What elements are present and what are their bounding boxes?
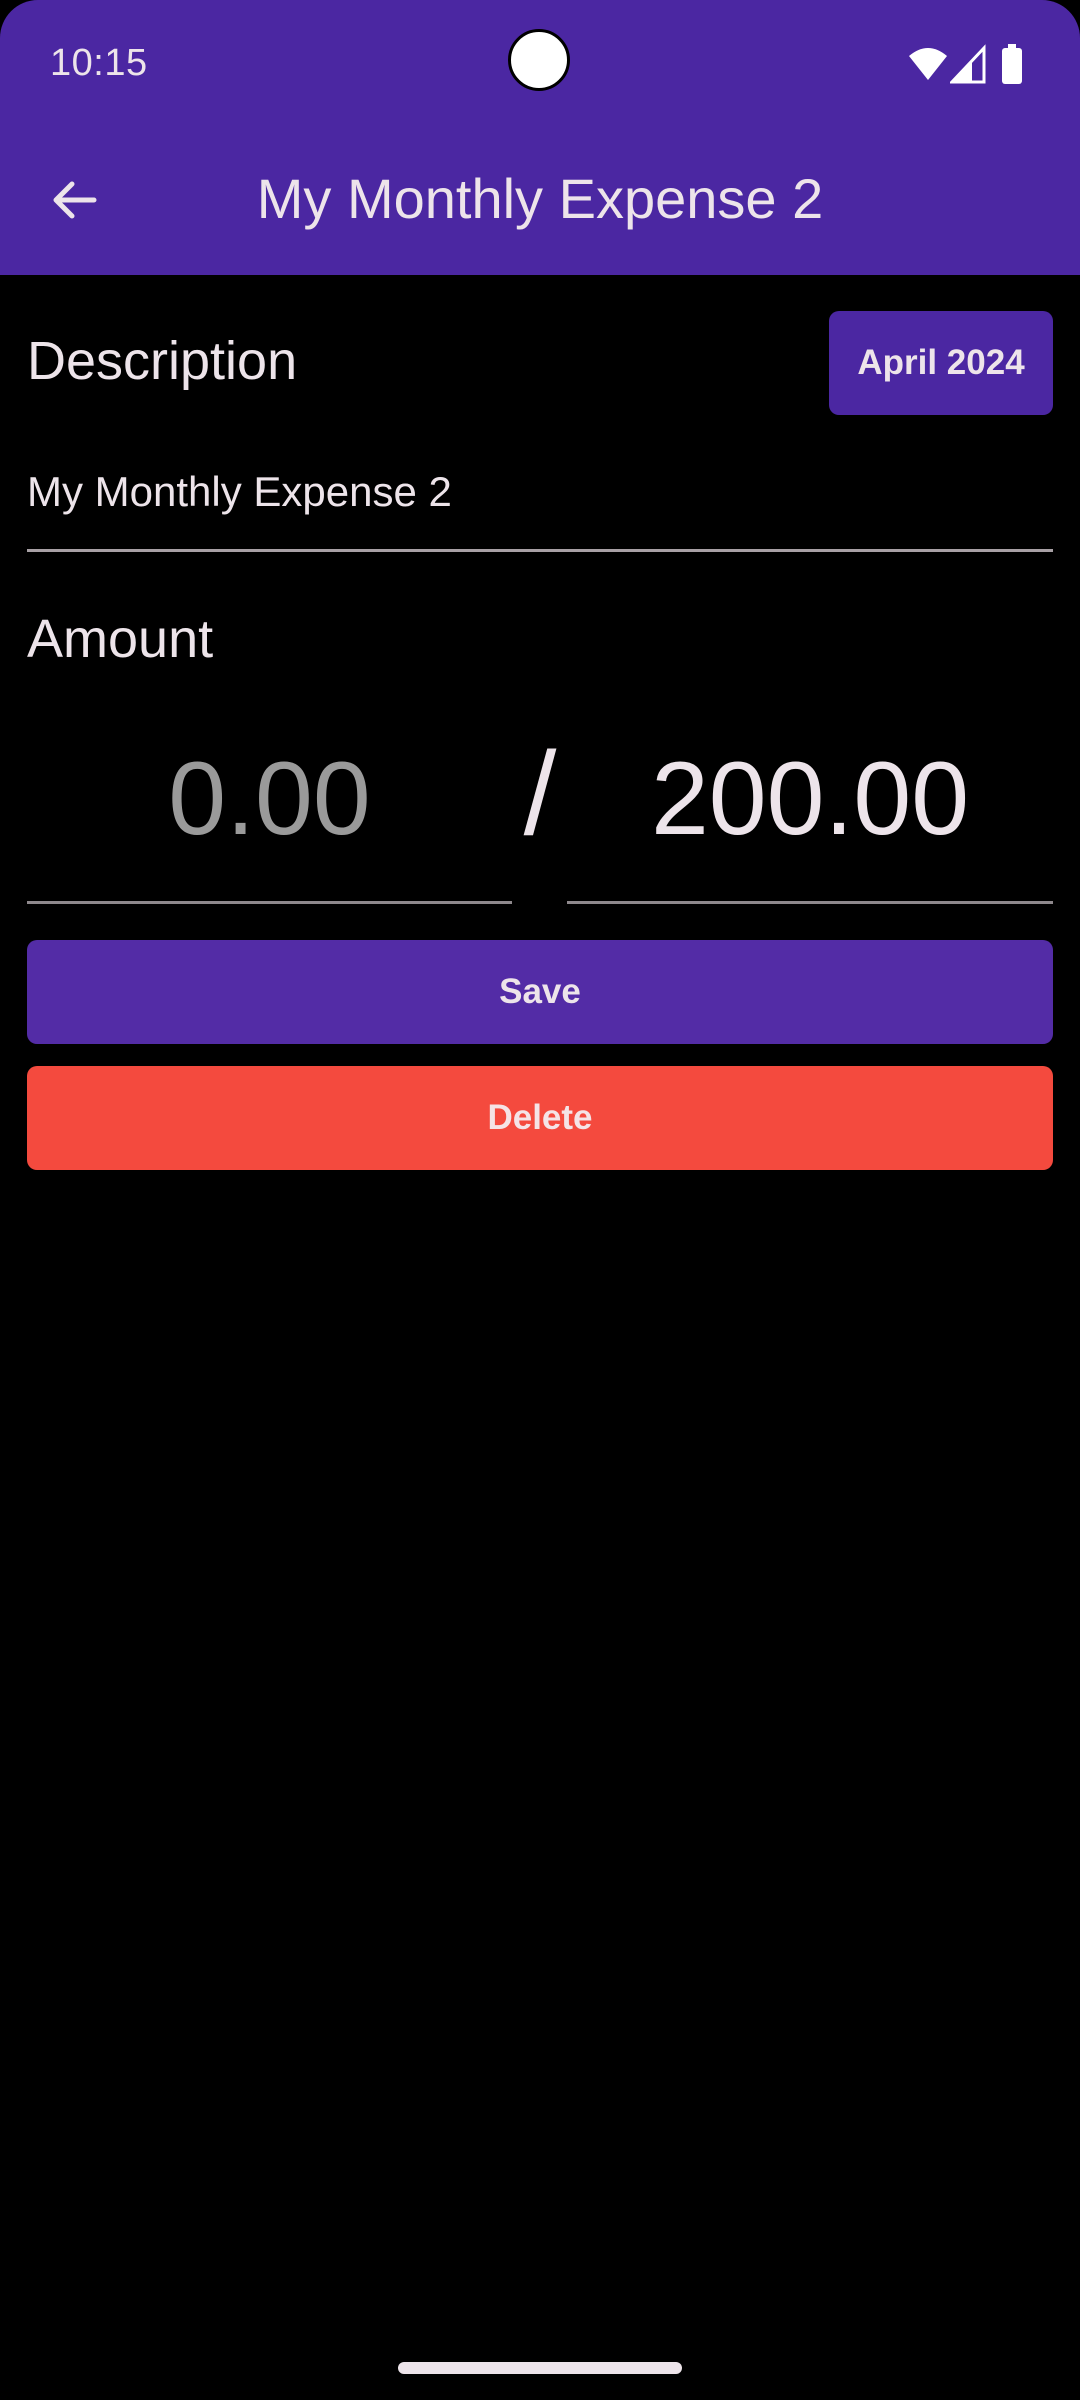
top-app-bar: 10:15 My Monthly Expense 2: [0, 0, 1080, 275]
description-input[interactable]: My Monthly Expense 2: [27, 460, 1053, 552]
save-button[interactable]: Save: [27, 940, 1053, 1044]
arrow-back-icon: [53, 181, 97, 219]
delete-button[interactable]: Delete: [27, 1066, 1053, 1170]
wifi-icon: [909, 48, 947, 80]
status-time: 10:15: [50, 42, 148, 84]
battery-icon: [1002, 44, 1022, 84]
month-picker-button[interactable]: April 2024: [829, 311, 1053, 415]
gesture-nav-handle[interactable]: [398, 2362, 682, 2374]
status-icons: [908, 44, 1036, 84]
screen: 10:15 My Monthly Expense 2 Description A…: [0, 0, 1080, 2400]
amount-budget-input[interactable]: 200.00: [567, 740, 1053, 904]
amount-spent-input[interactable]: 0.00: [27, 740, 512, 904]
camera-cutout: [508, 29, 570, 91]
amount-separator: /: [523, 728, 557, 860]
description-label: Description: [27, 331, 298, 391]
page-title: My Monthly Expense 2: [256, 167, 824, 230]
signal-icon: [950, 44, 986, 84]
amount-label: Amount: [27, 609, 214, 669]
back-button[interactable]: [34, 160, 114, 240]
